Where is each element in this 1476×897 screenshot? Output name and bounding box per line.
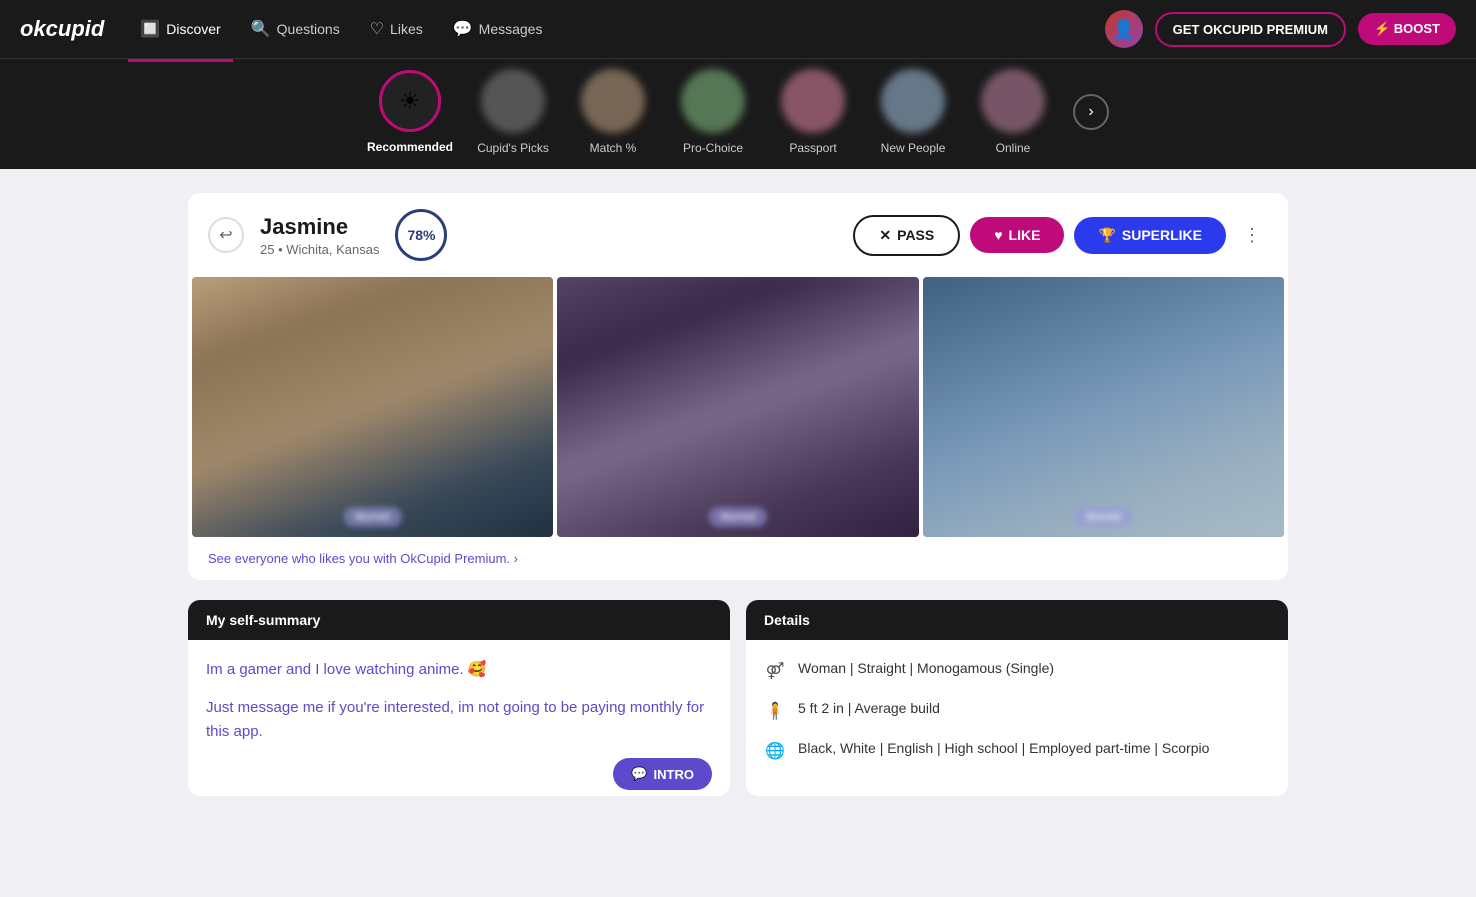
details-card: Details ⚤ Woman | Straight | Monogamous … (746, 600, 1288, 796)
category-pro-choice[interactable]: Pro-Choice (673, 69, 753, 155)
detail-row-1: 🧍 5 ft 2 in | Average build (764, 698, 1270, 722)
likes-icon: ♡ (370, 19, 384, 39)
photo-2-image (557, 277, 918, 537)
self-summary-card: My self-summary Im a gamer and I love wa… (188, 600, 730, 796)
recommended-icon-ring: ☀ (379, 70, 441, 132)
discover-icon: 🔲 (140, 19, 160, 39)
category-recommended-label: Recommended (367, 140, 453, 154)
match-image (581, 69, 645, 133)
intro-button[interactable]: 💬 INTRO (613, 758, 712, 790)
profile-meta: 25 • Wichita, Kansas (260, 242, 379, 257)
photo-3-image (923, 277, 1284, 537)
category-online[interactable]: Online (973, 69, 1053, 155)
recommended-sun-icon: ☀ (399, 87, 421, 116)
self-summary-body: Im a gamer and I love watching anime. 🥰 … (188, 640, 730, 776)
category-recommended[interactable]: ☀ Recommended (367, 70, 453, 154)
header-right: 👤 GET OKCUPID PREMIUM ⚡ BOOST (1105, 10, 1456, 48)
detail-row-0: ⚤ Woman | Straight | Monogamous (Single) (764, 658, 1270, 682)
messages-icon: 💬 (453, 19, 473, 39)
profile-card: ↩ Jasmine 25 • Wichita, Kansas 78% ✕ PAS… (188, 193, 1288, 580)
like-heart-icon: ♥ (994, 227, 1002, 243)
passport-image (781, 69, 845, 133)
premium-button[interactable]: GET OKCUPID PREMIUM (1155, 12, 1346, 47)
pass-button[interactable]: ✕ PASS (853, 215, 960, 256)
nav-discover[interactable]: 🔲 Discover (128, 13, 232, 45)
detail-gender: Woman | Straight | Monogamous (Single) (798, 658, 1054, 679)
self-summary-line1: Im a gamer and I love watching anime. 🥰 (206, 658, 712, 682)
category-passport[interactable]: Passport (773, 69, 853, 155)
height-icon: 🧍 (764, 700, 786, 722)
photo-1-image (192, 277, 553, 537)
detail-height: 5 ft 2 in | Average build (798, 698, 940, 719)
pro-choice-image (681, 69, 745, 133)
category-pro-choice-label: Pro-Choice (683, 141, 743, 155)
category-passport-label: Passport (789, 141, 836, 155)
photo-1[interactable]: blurred (192, 277, 553, 537)
profile-name: Jasmine (260, 214, 379, 240)
category-new-people[interactable]: New People (873, 69, 953, 155)
self-summary-line2: Just message me if you're interested, im… (206, 696, 712, 744)
self-summary-header: My self-summary (188, 600, 730, 640)
photo-grid: blurred blurred blurred (188, 277, 1288, 537)
match-percent-badge: 78% (395, 209, 447, 261)
avatar[interactable]: 👤 (1105, 10, 1143, 48)
category-match-label: Match % (590, 141, 637, 155)
cupids-picks-image (481, 69, 545, 133)
category-online-label: Online (996, 141, 1031, 155)
gender-icon: ⚤ (764, 660, 786, 682)
like-button[interactable]: ♥ LIKE (970, 217, 1064, 253)
profile-header: ↩ Jasmine 25 • Wichita, Kansas 78% ✕ PAS… (188, 193, 1288, 277)
category-new-people-label: New People (881, 141, 946, 155)
photo-3[interactable]: blurred (923, 277, 1284, 537)
online-image (981, 69, 1045, 133)
nav-messages[interactable]: 💬 Messages (441, 13, 555, 45)
action-buttons: ✕ PASS ♥ LIKE 🏆 SUPERLIKE ⋮ (853, 215, 1268, 256)
superlike-icon: 🏆 (1098, 227, 1115, 244)
header: okcupid 🔲 Discover 🔍 Questions ♡ Likes 💬… (0, 0, 1476, 58)
category-match[interactable]: Match % (573, 69, 653, 155)
premium-likes-link[interactable]: See everyone who likes you with OkCupid … (188, 537, 1288, 580)
profile-info: Jasmine 25 • Wichita, Kansas (260, 214, 379, 257)
detail-background: Black, White | English | High school | E… (798, 738, 1209, 759)
boost-button[interactable]: ⚡ BOOST (1358, 13, 1456, 45)
main-content: ↩ Jasmine 25 • Wichita, Kansas 78% ✕ PAS… (168, 169, 1308, 840)
globe-icon: 🌐 (764, 740, 786, 762)
photo-3-label: blurred (1074, 507, 1132, 527)
superlike-button[interactable]: 🏆 SUPERLIKE (1074, 217, 1226, 254)
category-cupids-picks[interactable]: Cupid's Picks (473, 69, 553, 155)
pass-x-icon: ✕ (879, 227, 891, 244)
new-people-image (881, 69, 945, 133)
main-nav: 🔲 Discover 🔍 Questions ♡ Likes 💬 Message… (128, 13, 1104, 45)
category-bar: ☀ Recommended Cupid's Picks Match % Pro-… (0, 58, 1476, 169)
logo: okcupid (20, 16, 104, 42)
nav-likes[interactable]: ♡ Likes (358, 13, 435, 45)
undo-button[interactable]: ↩ (208, 217, 244, 253)
questions-icon: 🔍 (251, 19, 271, 39)
detail-row-2: 🌐 Black, White | English | High school |… (764, 738, 1270, 762)
details-header: Details (746, 600, 1288, 640)
category-cupids-picks-label: Cupid's Picks (477, 141, 549, 155)
profile-details-row: My self-summary Im a gamer and I love wa… (188, 600, 1288, 796)
photo-1-label: blurred (344, 507, 402, 527)
nav-questions[interactable]: 🔍 Questions (239, 13, 352, 45)
photo-2-label: blurred (709, 507, 767, 527)
category-next-button[interactable]: › (1073, 94, 1109, 130)
details-body: ⚤ Woman | Straight | Monogamous (Single)… (746, 640, 1288, 796)
intro-icon: 💬 (631, 766, 647, 782)
more-options-button[interactable]: ⋮ (1236, 219, 1268, 251)
photo-2[interactable]: blurred (557, 277, 918, 537)
